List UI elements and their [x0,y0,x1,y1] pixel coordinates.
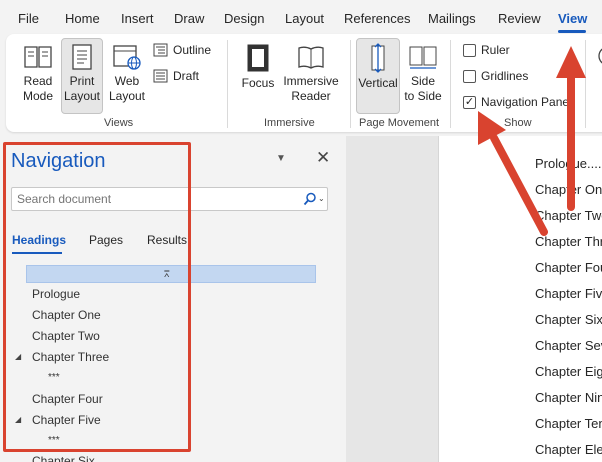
tab-pages[interactable]: Pages [89,233,123,247]
show-group-label: Show [504,117,532,129]
close-icon[interactable]: ✕ [316,148,330,168]
navigation-pane-label: Navigation Pane [481,95,570,109]
web-layout-label: Web Layout [108,74,146,103]
side-to-side-label: Side to Side [404,74,442,103]
toc-line[interactable]: Chapter Eight [535,364,602,379]
side-to-side-icon [409,46,437,69]
tab-home[interactable]: Home [65,11,100,26]
heading-item[interactable]: Chapter Three [32,350,109,364]
toc-line[interactable]: Chapter Three [535,234,602,249]
heading-item[interactable]: Chapter Four [32,392,103,406]
toc-line[interactable]: Prologue..... [535,156,602,171]
immersive-reader-icon [298,46,324,69]
toc-line[interactable]: Chapter Seven [535,338,602,353]
navigation-pane: Navigation ▼ ✕ ⌄ Headings Pages Results … [0,136,346,462]
heading-item[interactable]: Chapter Six [32,454,95,462]
collapse-all-icon[interactable]: ⩞ [164,269,169,280]
immersive-reader-button[interactable]: Immersive Reader [282,40,340,112]
side-to-side-button[interactable]: Side to Side [403,40,443,112]
subheading-item[interactable]: *** [48,372,60,383]
search-input[interactable] [17,191,287,207]
group-separator [350,40,351,128]
tab-results[interactable]: Results [147,233,187,247]
search-icon[interactable] [303,192,317,206]
chevron-down-icon[interactable]: ⌄ [318,194,325,203]
draft-icon [153,69,168,83]
collapse-triangle-icon[interactable]: ◢ [15,415,21,424]
toc-line[interactable]: Chapter Six [535,312,602,327]
document-start-heading[interactable]: ⩞ [26,265,316,283]
active-navtab-indicator [12,252,62,254]
tab-references[interactable]: References [344,11,410,26]
tab-review[interactable]: Review [498,11,541,26]
read-mode-icon [24,46,52,68]
focus-button[interactable]: Focus [236,40,280,112]
navigation-title: Navigation [11,150,106,172]
print-layout-button[interactable]: Print Layout [61,38,103,114]
search-box[interactable]: ⌄ [11,187,328,211]
toc-line[interactable]: Chapter Four [535,260,602,275]
subheading-item[interactable]: *** [48,435,60,446]
document-background [346,136,438,462]
gridlines-checkbox[interactable]: Gridlines [463,69,528,83]
heading-item[interactable]: Chapter Five [32,413,101,427]
navigation-pane-checkbox[interactable]: ✓ Navigation Pane [463,95,569,109]
pane-options-icon[interactable]: ▼ [276,153,286,164]
heading-item[interactable]: Chapter Two [32,329,100,343]
toc-line[interactable]: Chapter Ten [535,416,602,431]
tab-draw[interactable]: Draw [174,11,204,26]
draft-button[interactable]: Draft [153,69,199,83]
outline-icon [153,43,168,57]
menu-bar: File Home Insert Draw Design Layout Refe… [0,0,602,36]
page-movement-group-label: Page Movement [359,117,440,129]
group-separator [227,40,228,128]
outline-button[interactable]: Outline [153,43,211,57]
focus-label: Focus [241,76,275,90]
tab-insert[interactable]: Insert [121,11,154,26]
ruler-label: Ruler [481,43,510,57]
web-layout-icon [113,45,141,70]
gridlines-label: Gridlines [481,69,529,83]
read-mode-button[interactable]: Read Mode [14,40,62,112]
vertical-button[interactable]: Vertical [356,38,400,114]
immersive-reader-label: Immersive Reader [283,74,339,103]
toc-line[interactable]: Chapter Nine [535,390,602,405]
read-mode-label: Read Mode [22,74,54,103]
ruler-checkbox[interactable]: Ruler [463,43,510,57]
draft-label: Draft [173,69,200,83]
collapse-triangle-icon[interactable]: ◢ [15,352,21,361]
group-separator [450,40,451,128]
tab-mailings[interactable]: Mailings [428,11,476,26]
toc-line[interactable]: Chapter Two [535,208,602,223]
ribbon: Read Mode Print Layout Web Layout Outlin… [6,34,602,132]
vertical-label: Vertical [358,76,398,90]
document-page[interactable]: Prologue..... Chapter One Chapter Two Ch… [438,136,602,462]
outline-label: Outline [173,43,212,57]
gridlines-checkbox-box[interactable] [463,69,476,83]
tab-view[interactable]: View [558,11,587,26]
toc-line[interactable]: Chapter Eleven [535,442,602,457]
tab-headings[interactable]: Headings [12,233,66,247]
active-tab-indicator [558,30,586,33]
tab-layout[interactable]: Layout [285,11,324,26]
print-layout-label: Print Layout [63,74,101,103]
web-layout-button[interactable]: Web Layout [106,40,148,112]
ruler-checkbox-box[interactable] [463,43,476,57]
heading-item[interactable]: Prologue [32,287,80,301]
zoom-icon[interactable] [596,46,602,70]
immersive-group-label: Immersive [264,117,315,129]
group-separator [585,40,586,128]
focus-icon [247,44,269,72]
toc-line[interactable]: Chapter One [535,182,602,197]
navigation-pane-checkbox-box[interactable]: ✓ [463,95,476,109]
vertical-scroll-icon [371,43,385,73]
tab-design[interactable]: Design [224,11,264,26]
views-group-label: Views [104,117,134,129]
heading-item[interactable]: Chapter One [32,308,101,322]
print-layout-icon [72,44,92,70]
tab-file[interactable]: File [18,11,39,26]
toc-line[interactable]: Chapter Five [535,286,602,301]
